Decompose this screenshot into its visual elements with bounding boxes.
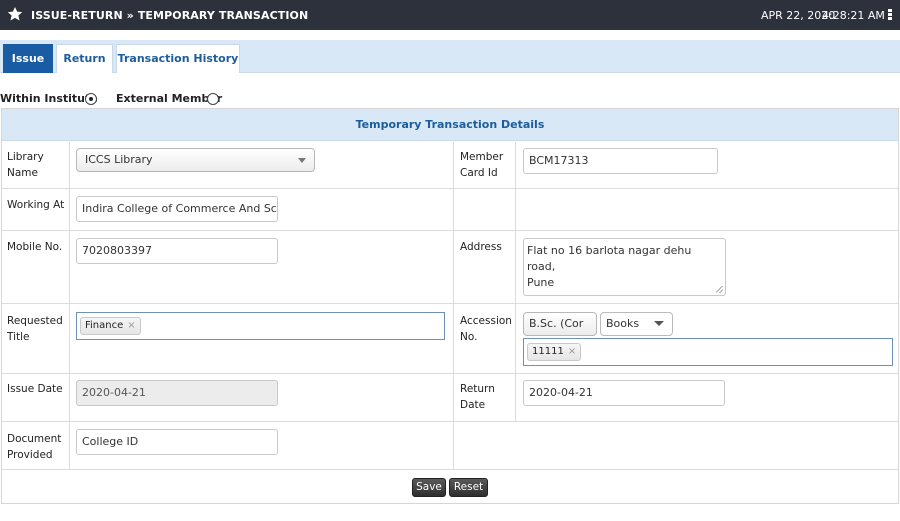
accession-no-tag: 11111 × xyxy=(527,343,582,361)
chevron-down-icon xyxy=(654,321,664,326)
row-divider xyxy=(2,421,898,422)
row-divider xyxy=(2,373,898,374)
mobile-no-label: Mobile No. xyxy=(7,241,63,253)
save-button[interactable]: Save xyxy=(412,478,446,497)
within-institute-label[interactable]: Within Institute xyxy=(0,92,98,105)
row-divider xyxy=(2,188,898,189)
material-type-select[interactable]: Books xyxy=(600,312,673,336)
column-divider xyxy=(515,142,516,421)
star-icon[interactable] xyxy=(7,6,23,22)
requested-title-input[interactable]: Finance × xyxy=(76,312,445,340)
mobile-no-input[interactable]: 7020803397 xyxy=(76,238,278,264)
current-time: 4:28:21 AM xyxy=(822,9,885,22)
tab-issue[interactable]: Issue xyxy=(3,44,53,73)
external-member-radio[interactable] xyxy=(207,93,219,105)
column-divider xyxy=(69,142,70,469)
panel-heading: Temporary Transaction Details xyxy=(2,109,898,141)
library-name-select[interactable]: ICCS Library xyxy=(76,148,315,172)
member-card-id-input[interactable]: BCM17313 xyxy=(523,148,718,174)
address-textarea[interactable]: Flat no 16 barlota nagar dehu road, Pune xyxy=(523,238,726,296)
course-select[interactable]: B.Sc. (Cor xyxy=(523,312,597,336)
chevron-down-icon xyxy=(298,158,306,163)
remove-tag-icon[interactable]: × xyxy=(568,346,576,357)
remove-tag-icon[interactable]: × xyxy=(127,320,135,331)
reset-button[interactable]: Reset xyxy=(449,478,488,497)
working-at-label: Working At xyxy=(7,199,65,211)
accession-no-input[interactable]: 11111 × xyxy=(523,338,893,366)
row-divider xyxy=(2,303,898,304)
issue-date-input: 2020-04-21 xyxy=(76,380,278,406)
return-date-input[interactable]: 2020-04-21 xyxy=(523,380,725,406)
row-divider xyxy=(2,230,898,231)
tab-transaction-history[interactable]: Transaction History xyxy=(116,44,240,73)
working-at-input[interactable]: Indira College of Commerce And Scien xyxy=(76,196,278,222)
page-title: ISSUE-RETURN » TEMPORARY TRANSACTION xyxy=(31,9,309,22)
row-divider xyxy=(2,469,898,470)
tab-bar: Issue Return Transaction History xyxy=(0,40,900,73)
requested-title-label: Requested Title xyxy=(7,315,63,343)
issue-date-label: Issue Date xyxy=(7,383,63,395)
top-bar: ISSUE-RETURN » TEMPORARY TRANSACTION APR… xyxy=(0,0,900,30)
tab-return[interactable]: Return xyxy=(56,44,113,73)
document-provided-input[interactable]: College ID xyxy=(76,429,278,455)
return-date-label: Return Date xyxy=(460,383,495,411)
address-label: Address xyxy=(460,241,502,253)
requested-title-tag: Finance × xyxy=(80,317,141,335)
member-card-id-label: Member Card Id xyxy=(460,151,504,179)
kebab-menu-icon[interactable] xyxy=(887,9,893,23)
accession-no-label: Accession No. xyxy=(460,315,512,343)
library-name-label: Library Name xyxy=(7,151,44,179)
resize-handle-icon[interactable] xyxy=(716,286,723,293)
transaction-details-panel: Temporary Transaction Details Library Nam… xyxy=(1,108,899,504)
document-provided-label: Document Provided xyxy=(7,433,62,461)
within-institute-radio[interactable] xyxy=(85,93,97,105)
column-divider xyxy=(453,142,454,469)
